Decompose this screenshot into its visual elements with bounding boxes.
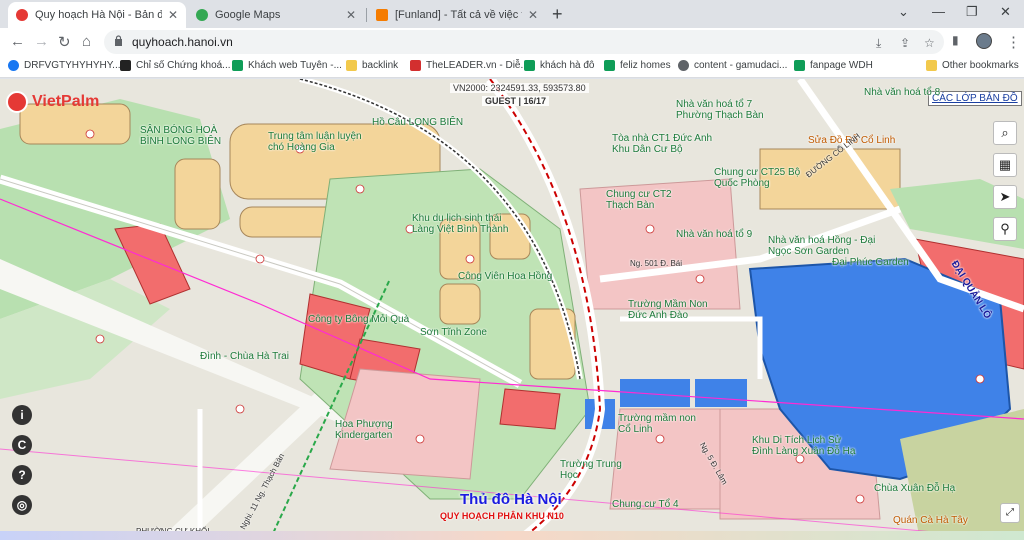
new-tab-button[interactable]: + xyxy=(552,4,563,25)
map-label: Khu Di Tích Lịch Sử Đình Làng Xuân Đỗ Hạ xyxy=(752,435,856,457)
minimize-button[interactable]: — xyxy=(932,4,945,19)
vietpalm-logo[interactable]: VietPalm xyxy=(6,91,99,113)
map-label: Trung tâm luận luyện chó Hoàng Gia xyxy=(268,131,362,153)
map-label: Nhà văn hoá Hồng - Đại Ngọc Sơn Garden xyxy=(768,235,876,257)
zoom-search-icon[interactable]: ⌕ xyxy=(993,121,1017,145)
bookmark-item[interactable]: khách hà đô xyxy=(524,60,595,71)
funland-favicon-icon xyxy=(376,9,388,21)
map-label: Chung cư Tổ 4 xyxy=(612,499,679,510)
sheets-icon xyxy=(524,60,535,71)
guest-zoom-readout: GUEST | 16/17 xyxy=(482,96,550,106)
map-label: Trường Mầm Non Đức Anh Đào xyxy=(628,299,708,321)
folder-icon xyxy=(926,60,937,71)
close-tab-icon[interactable]: ✕ xyxy=(168,8,178,22)
locate-icon[interactable]: ➤ xyxy=(993,185,1017,209)
globe-icon[interactable]: ◎ xyxy=(12,495,32,515)
home-icon[interactable]: ⌂ xyxy=(82,33,91,50)
sheets-icon xyxy=(794,60,805,71)
taskbar-strip xyxy=(0,531,1024,540)
install-app-icon[interactable]: ⤓ xyxy=(876,36,881,51)
info-icon[interactable]: i xyxy=(12,405,32,425)
folder-icon xyxy=(346,60,357,71)
map-label: Hồ Câu LONG BIÊN xyxy=(372,117,464,128)
bookmark-item[interactable]: Chỉ số Chứng khoá... xyxy=(120,60,231,71)
tab-title: Quy hoạch Hà Nội - Bản đồ xyxy=(35,9,162,21)
map-label: SÂN BÓNG HOÀ BÌNH LONG BIÊN xyxy=(140,125,222,147)
coordinate-readout: VN2000: 2324591.33, 593573.80 xyxy=(450,83,589,93)
bookmarks-bar: DRFVGTYHYHYHY... Chỉ số Chứng khoá... Kh… xyxy=(0,56,1024,78)
bookmark-item[interactable]: feliz homes xyxy=(604,60,671,71)
map-label: Công Viên Hoa Hồng xyxy=(458,271,553,282)
vietpalm-logo-icon xyxy=(6,91,28,113)
help-icon[interactable]: ? xyxy=(12,465,32,485)
close-tab-icon[interactable]: ✕ xyxy=(528,8,538,22)
lock-icon xyxy=(115,35,122,46)
bookmark-item[interactable]: Khách web Tuyên -... xyxy=(232,60,342,71)
map-label: Nhà văn hoá tổ 7 Phường Thạch Bàn xyxy=(676,99,764,121)
map-label: Nhà văn hoá tổ 9 xyxy=(676,229,753,240)
restroom-icon[interactable]: ⚲ xyxy=(993,217,1017,241)
map-label: Nhà văn hoá tổ 8 xyxy=(864,87,941,98)
sheets-icon xyxy=(232,60,243,71)
zone-label: QUY HOẠCH PHÂN KHU N10 xyxy=(440,511,564,521)
copyright-icon[interactable]: C xyxy=(12,435,32,455)
map-label: Quán Cà Hà Tây xyxy=(893,515,968,526)
close-tab-icon[interactable]: ✕ xyxy=(346,8,356,22)
tab-google-maps[interactable]: Google Maps ✕ xyxy=(188,2,364,28)
share-icon[interactable]: ⇪ xyxy=(900,36,910,50)
map-label: Công ty Bông Mỏi Quà xyxy=(308,314,410,325)
tab-funland[interactable]: [Funland] - Tất cả về việc thi công ✕ xyxy=(368,2,546,28)
site-icon xyxy=(120,60,131,71)
road-label: Ng. 501 Đ. Bái xyxy=(630,259,683,268)
profile-avatar[interactable] xyxy=(976,33,992,49)
globe-icon xyxy=(678,60,689,71)
bookmark-item[interactable]: backlink xyxy=(346,60,398,71)
planning-map[interactable]: VietPalm VN2000: 2324591.33, 593573.80 G… xyxy=(0,79,1024,540)
address-bar[interactable]: quyhoach.hanoi.vn ⤓ ⇪ ☆ xyxy=(104,30,944,54)
restore-button[interactable]: ❐ xyxy=(966,4,978,20)
map-label: Chung cư CT2 Thạch Bàn xyxy=(606,189,672,211)
map-canvas[interactable] xyxy=(0,79,1024,540)
menu-icon[interactable]: ⋮ xyxy=(1006,33,1021,51)
tab-quyhoach[interactable]: Quy hoạch Hà Nội - Bản đồ ✕ xyxy=(8,2,186,28)
bookmark-item[interactable]: DRFVGTYHYHYHY... xyxy=(8,60,121,71)
forward-icon[interactable]: → xyxy=(34,33,49,50)
google-maps-favicon-icon xyxy=(196,9,208,21)
legend-icon[interactable]: ▦ xyxy=(993,153,1017,177)
map-label: Đại Phúc Garden xyxy=(832,257,909,268)
map-label: Tòa nhà CT1 Đức Anh Khu Dân Cư Bộ xyxy=(612,133,713,155)
close-window-button[interactable]: ✕ xyxy=(1000,4,1011,20)
tab-divider xyxy=(366,8,367,22)
bookmark-item[interactable]: content - gamudaci... xyxy=(678,60,787,71)
tab-strip: Quy hoạch Hà Nội - Bản đồ ✕ Google Maps … xyxy=(0,0,1024,28)
bookmark-star-icon[interactable]: ☆ xyxy=(924,36,935,50)
map-label: Sơn Tĩnh Zone xyxy=(420,327,487,338)
other-bookmarks[interactable]: Other bookmarks xyxy=(926,60,1019,71)
map-label: Chung cư CT25 Bộ Quốc Phòng xyxy=(714,167,801,189)
browser-toolbar: ← → ↻ ⌂ quyhoach.hanoi.vn ⤓ ⇪ ☆ ▮ ⋮ xyxy=(0,28,1024,56)
url-text: quyhoach.hanoi.vn xyxy=(132,35,233,49)
tab-title: Google Maps xyxy=(215,9,281,21)
tab-search-icon[interactable]: ⌄ xyxy=(898,4,909,20)
side-panel-icon[interactable]: ▮ xyxy=(952,33,959,47)
map-label: Đình - Chùa Hà Trai xyxy=(200,351,289,362)
map-label: Trường Trung Học xyxy=(560,459,622,481)
map-label: Hoa Phượng Kindergarten xyxy=(335,419,393,441)
map-label: Trường mầm non Cổ Linh xyxy=(618,413,696,435)
back-icon[interactable]: ← xyxy=(10,33,25,50)
bookmark-item[interactable]: TheLEADER.vn - Diễ... xyxy=(410,60,529,71)
theleader-icon xyxy=(410,60,421,71)
map-label: Khu du lịch sinh thái Làng Việt Bình Thà… xyxy=(412,213,509,235)
tab-title: [Funland] - Tất cả về việc thi công xyxy=(395,9,522,21)
quyhoach-favicon-icon xyxy=(16,9,28,21)
sheets-icon xyxy=(604,60,615,71)
facebook-icon xyxy=(8,60,19,71)
map-label: Chùa Xuân Đỗ Hạ xyxy=(874,483,956,494)
reload-icon[interactable]: ↻ xyxy=(58,33,71,51)
capital-label: Thủ đô Hà Nội xyxy=(460,491,562,508)
bookmark-item[interactable]: fanpage WDH xyxy=(794,60,873,71)
scale-corner-icon[interactable]: ⤢ xyxy=(1000,503,1020,523)
